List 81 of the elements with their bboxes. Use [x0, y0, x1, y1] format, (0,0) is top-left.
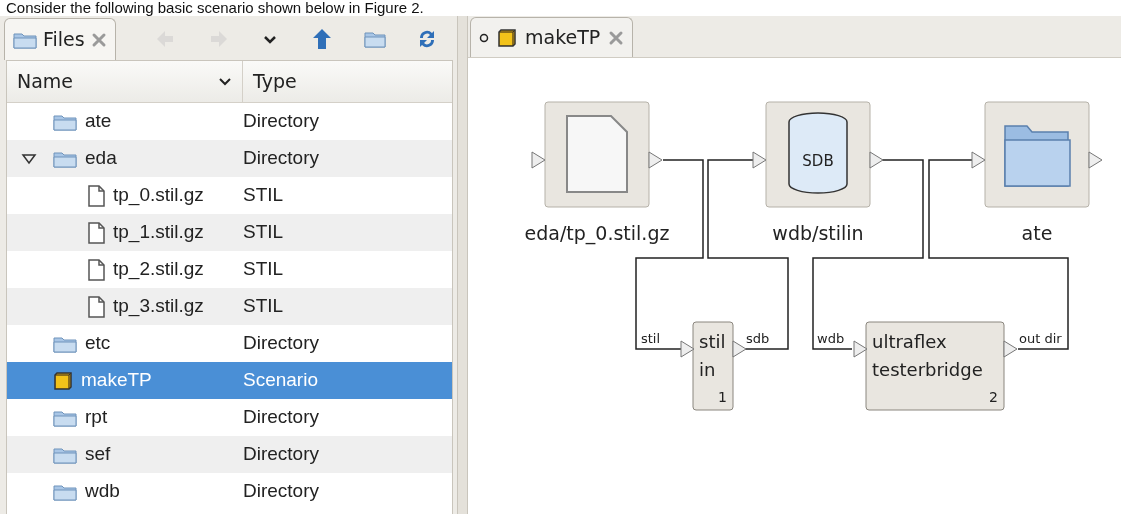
tree-row[interactable]: tp_3.stil.gz STIL	[7, 288, 452, 325]
cube-icon	[497, 27, 517, 48]
port-label: wdb	[817, 331, 845, 346]
tree-row[interactable]: sef Directory	[7, 436, 452, 473]
files-tab[interactable]: Files	[4, 18, 116, 60]
file-type: Directory	[243, 442, 319, 467]
file-icon	[87, 221, 105, 244]
port-icon	[648, 151, 663, 169]
file-name: tp_1.stil.gz	[113, 220, 204, 245]
tree-row[interactable]: eda Directory	[7, 140, 452, 177]
sort-icon[interactable]	[218, 76, 232, 87]
file-name: tp_3.stil.gz	[113, 294, 204, 319]
tree-row[interactable]: ate Directory	[7, 103, 452, 140]
close-icon[interactable]	[608, 29, 625, 46]
port-icon	[853, 340, 868, 358]
folder-icon	[53, 112, 77, 131]
file-type: Directory	[243, 331, 319, 356]
node-label: ate	[1021, 222, 1053, 244]
file-icon	[566, 115, 628, 193]
editor-tab[interactable]: makeTP	[470, 17, 634, 57]
expander-icon[interactable]	[21, 152, 37, 165]
tree-row[interactable]: tp_0.stil.gz STIL	[7, 177, 452, 214]
folder-icon	[53, 334, 77, 353]
file-type: Directory	[243, 109, 319, 134]
file-name: ate	[85, 109, 112, 134]
database-icon	[788, 112, 848, 194]
block-label: ultraflex testerbridge	[872, 331, 983, 380]
port-icon	[971, 151, 986, 169]
caption-text: Consider the following basic scenario shown below in Figure 2.	[5, 0, 425, 16]
file-name: tp_2.stil.gz	[113, 257, 204, 282]
file-type: Directory	[243, 146, 319, 171]
block-number: 2	[989, 389, 998, 405]
splitter-handle[interactable]	[458, 16, 468, 514]
file-name: etc	[85, 331, 111, 356]
port-icon	[752, 151, 767, 169]
block-label: stil in	[699, 331, 726, 380]
file-type: Scenario	[243, 368, 318, 393]
folder-icon	[13, 30, 37, 49]
column-header[interactable]: Name	[17, 67, 74, 96]
file-type: STIL	[243, 183, 284, 208]
tree-row[interactable]: tp_2.stil.gz STIL	[7, 251, 452, 288]
port-icon	[531, 151, 546, 169]
tree-row[interactable]: tp_1.stil.gz STIL	[7, 214, 452, 251]
tree-row[interactable]: etc Directory	[7, 325, 452, 362]
node-label: wdb/stilin	[772, 222, 864, 244]
port-icon	[869, 151, 884, 169]
folder-icon	[53, 149, 77, 168]
folder-icon	[53, 482, 77, 501]
port-icon	[1003, 340, 1018, 358]
folder-icon	[53, 408, 77, 427]
file-icon	[87, 184, 105, 207]
node-label: eda/tp_0.stil.gz	[524, 222, 670, 244]
close-icon[interactable]	[90, 31, 107, 48]
port-icon	[1088, 151, 1103, 169]
file-type: STIL	[243, 294, 284, 319]
folder-icon	[53, 445, 77, 464]
file-name: makeTP	[81, 368, 152, 393]
file-type: Directory	[243, 479, 319, 504]
file-name: wdb	[85, 479, 120, 504]
tree-row[interactable]: wdb Directory	[7, 473, 452, 510]
icon-label: SDB	[802, 152, 834, 170]
file-type: Directory	[243, 405, 319, 430]
file-name: eda	[85, 146, 117, 171]
port-label: stil	[641, 331, 661, 346]
file-type: STIL	[243, 220, 284, 245]
up-arrow-icon[interactable]	[311, 28, 334, 50]
port-label: sdb	[746, 331, 770, 346]
file-name: tp_0.stil.gz	[113, 183, 204, 208]
tree-row[interactable]: rpt Directory	[7, 399, 452, 436]
column-header[interactable]: Type	[253, 67, 297, 96]
port-label: out dir	[1019, 331, 1062, 346]
file-name: sef	[85, 442, 111, 467]
port-icon	[732, 340, 747, 358]
file-type: STIL	[243, 257, 284, 282]
dot-icon	[479, 32, 489, 43]
block-number: 1	[718, 389, 727, 405]
file-name: rpt	[85, 405, 108, 430]
file-icon	[87, 295, 105, 318]
port-icon	[680, 340, 695, 358]
file-icon	[87, 258, 105, 281]
cube-icon	[53, 370, 73, 391]
